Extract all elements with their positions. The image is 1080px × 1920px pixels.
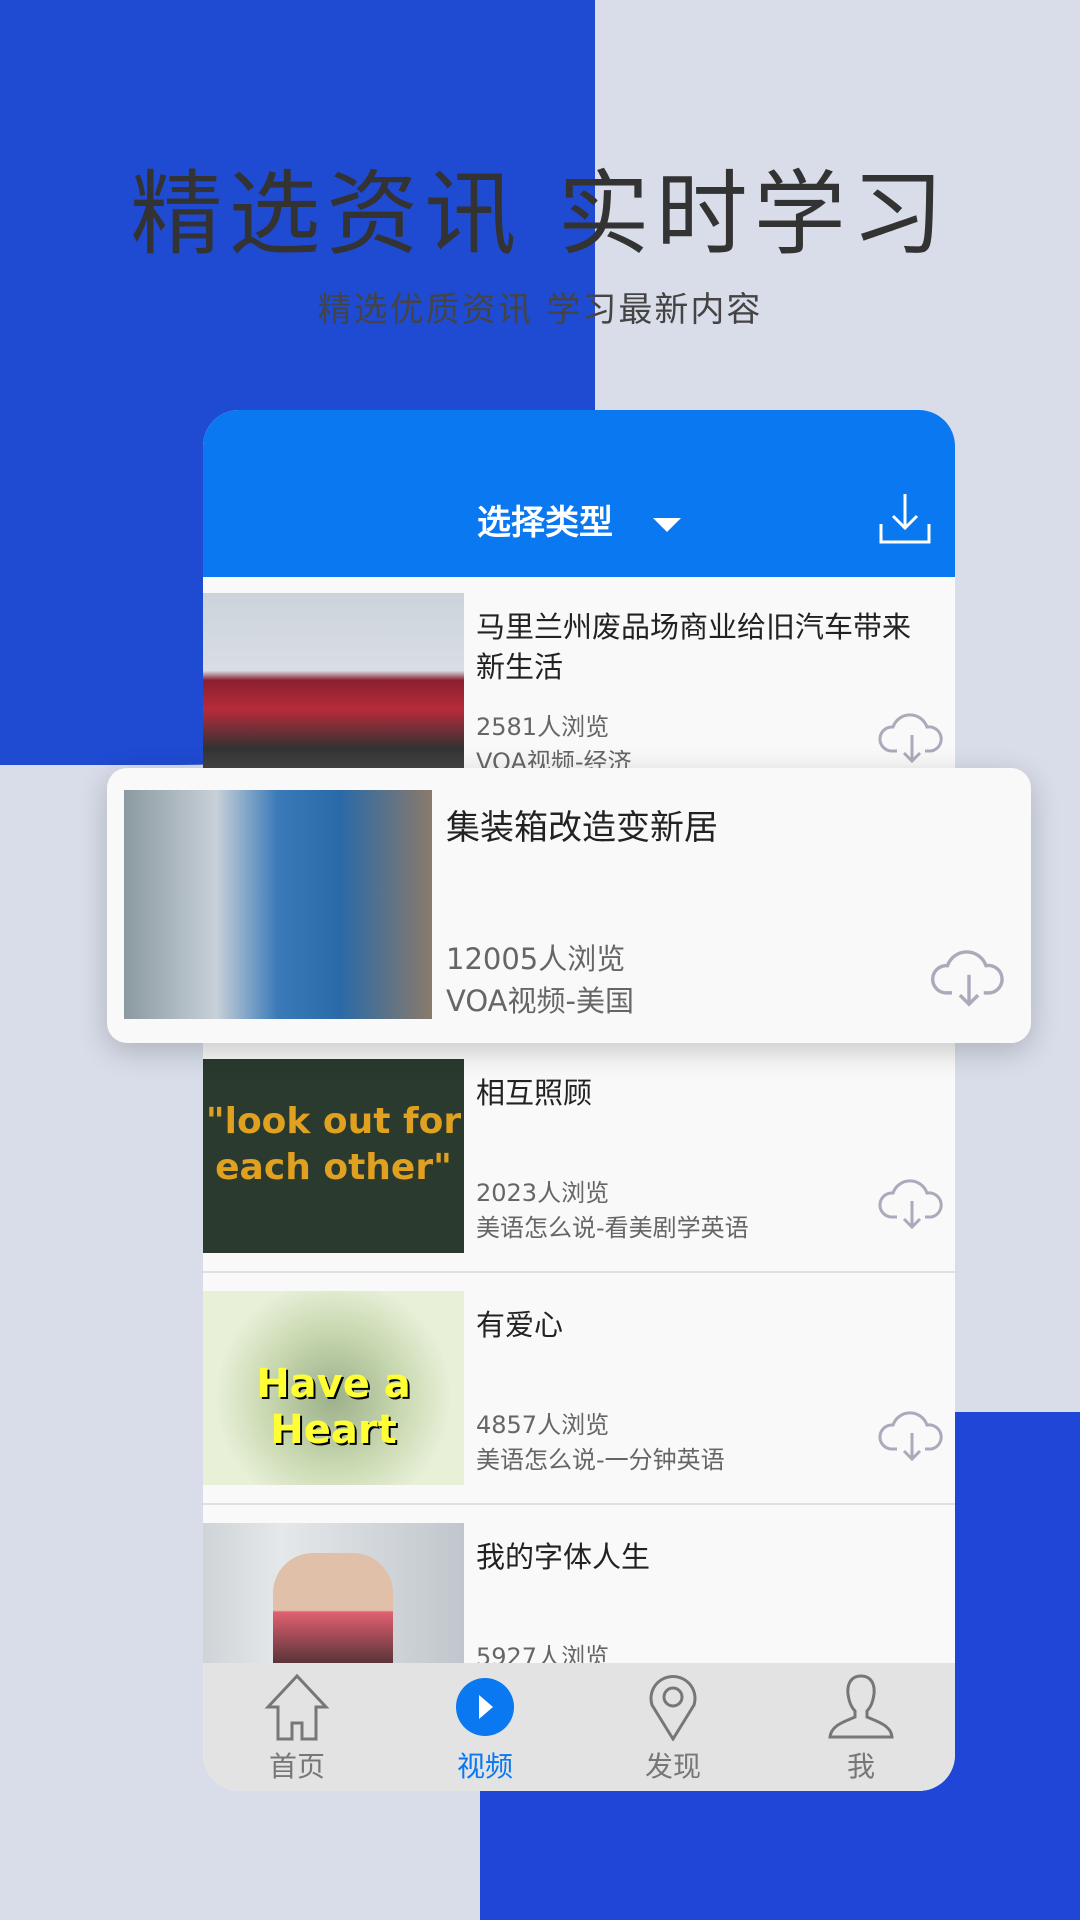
cloud-download-icon[interactable] (877, 707, 947, 767)
cloud-download-icon[interactable] (877, 1173, 947, 1233)
header: 选择类型 (203, 410, 955, 577)
item-title: 有爱心 (476, 1308, 564, 1342)
item-category: VOA视频-美国 (446, 984, 634, 1018)
headline: 精选资讯 实时学习 (130, 161, 950, 268)
list-item[interactable]: Have a Heart 有爱心 4857人浏览 美语怎么说-一分钟英语 (203, 1275, 955, 1505)
item-title: 集装箱改造变新居 (446, 808, 718, 848)
list-item[interactable]: "look out for each other" 相互照顾 2023人浏览 美… (203, 1043, 955, 1273)
type-selector[interactable]: 选择类型 (203, 495, 955, 544)
item-category: 美语怎么说-看美剧学英语 (476, 1214, 749, 1242)
item-title: 我的字体人生 (476, 1540, 651, 1574)
bottom-nav: 首页 视频 发现 我 (203, 1663, 955, 1791)
cloud-download-icon[interactable] (877, 1405, 947, 1465)
phone-screen: 选择类型 马里兰州废品场商业给旧汽车带来新生活 2581人浏览 VOA视频-经济… (203, 410, 955, 1791)
tab-label: 视频 (456, 1750, 513, 1783)
tab-label: 我 (846, 1750, 875, 1783)
home-icon (264, 1673, 330, 1741)
tab-me[interactable]: 我 (767, 1663, 955, 1791)
cloud-download-icon[interactable] (929, 943, 1009, 1011)
tab-label: 首页 (268, 1750, 325, 1783)
tab-home[interactable]: 首页 (203, 1663, 391, 1791)
item-views: 4857人浏览 (476, 1411, 610, 1439)
subheadline: 精选优质资讯 学习最新内容 (317, 290, 763, 330)
thumbnail (203, 593, 464, 787)
location-icon (649, 1674, 697, 1741)
tab-label: 发现 (644, 1750, 701, 1783)
item-views: 2581人浏览 (476, 713, 610, 741)
item-views: 2023人浏览 (476, 1179, 610, 1207)
thumbnail: "look out for each other" (203, 1059, 464, 1253)
tab-video[interactable]: 视频 (391, 1663, 579, 1791)
item-views: 12005人浏览 (446, 942, 626, 976)
item-category: 美语怎么说-一分钟英语 (476, 1446, 725, 1474)
thumbnail: Have a Heart (203, 1291, 464, 1485)
chevron-down-icon (653, 517, 681, 532)
item-title: 相互照顾 (476, 1076, 593, 1110)
type-selector-label: 选择类型 (477, 503, 613, 543)
play-icon (456, 1678, 514, 1736)
item-title: 马里兰州废品场商业给旧汽车带来新生活 (476, 610, 912, 684)
user-icon (828, 1674, 894, 1739)
featured-list-item[interactable]: 集装箱改造变新居 12005人浏览 VOA视频-美国 (107, 768, 1031, 1043)
thumbnail (124, 790, 432, 1019)
download-icon[interactable] (877, 490, 933, 546)
tab-discover[interactable]: 发现 (579, 1663, 767, 1791)
